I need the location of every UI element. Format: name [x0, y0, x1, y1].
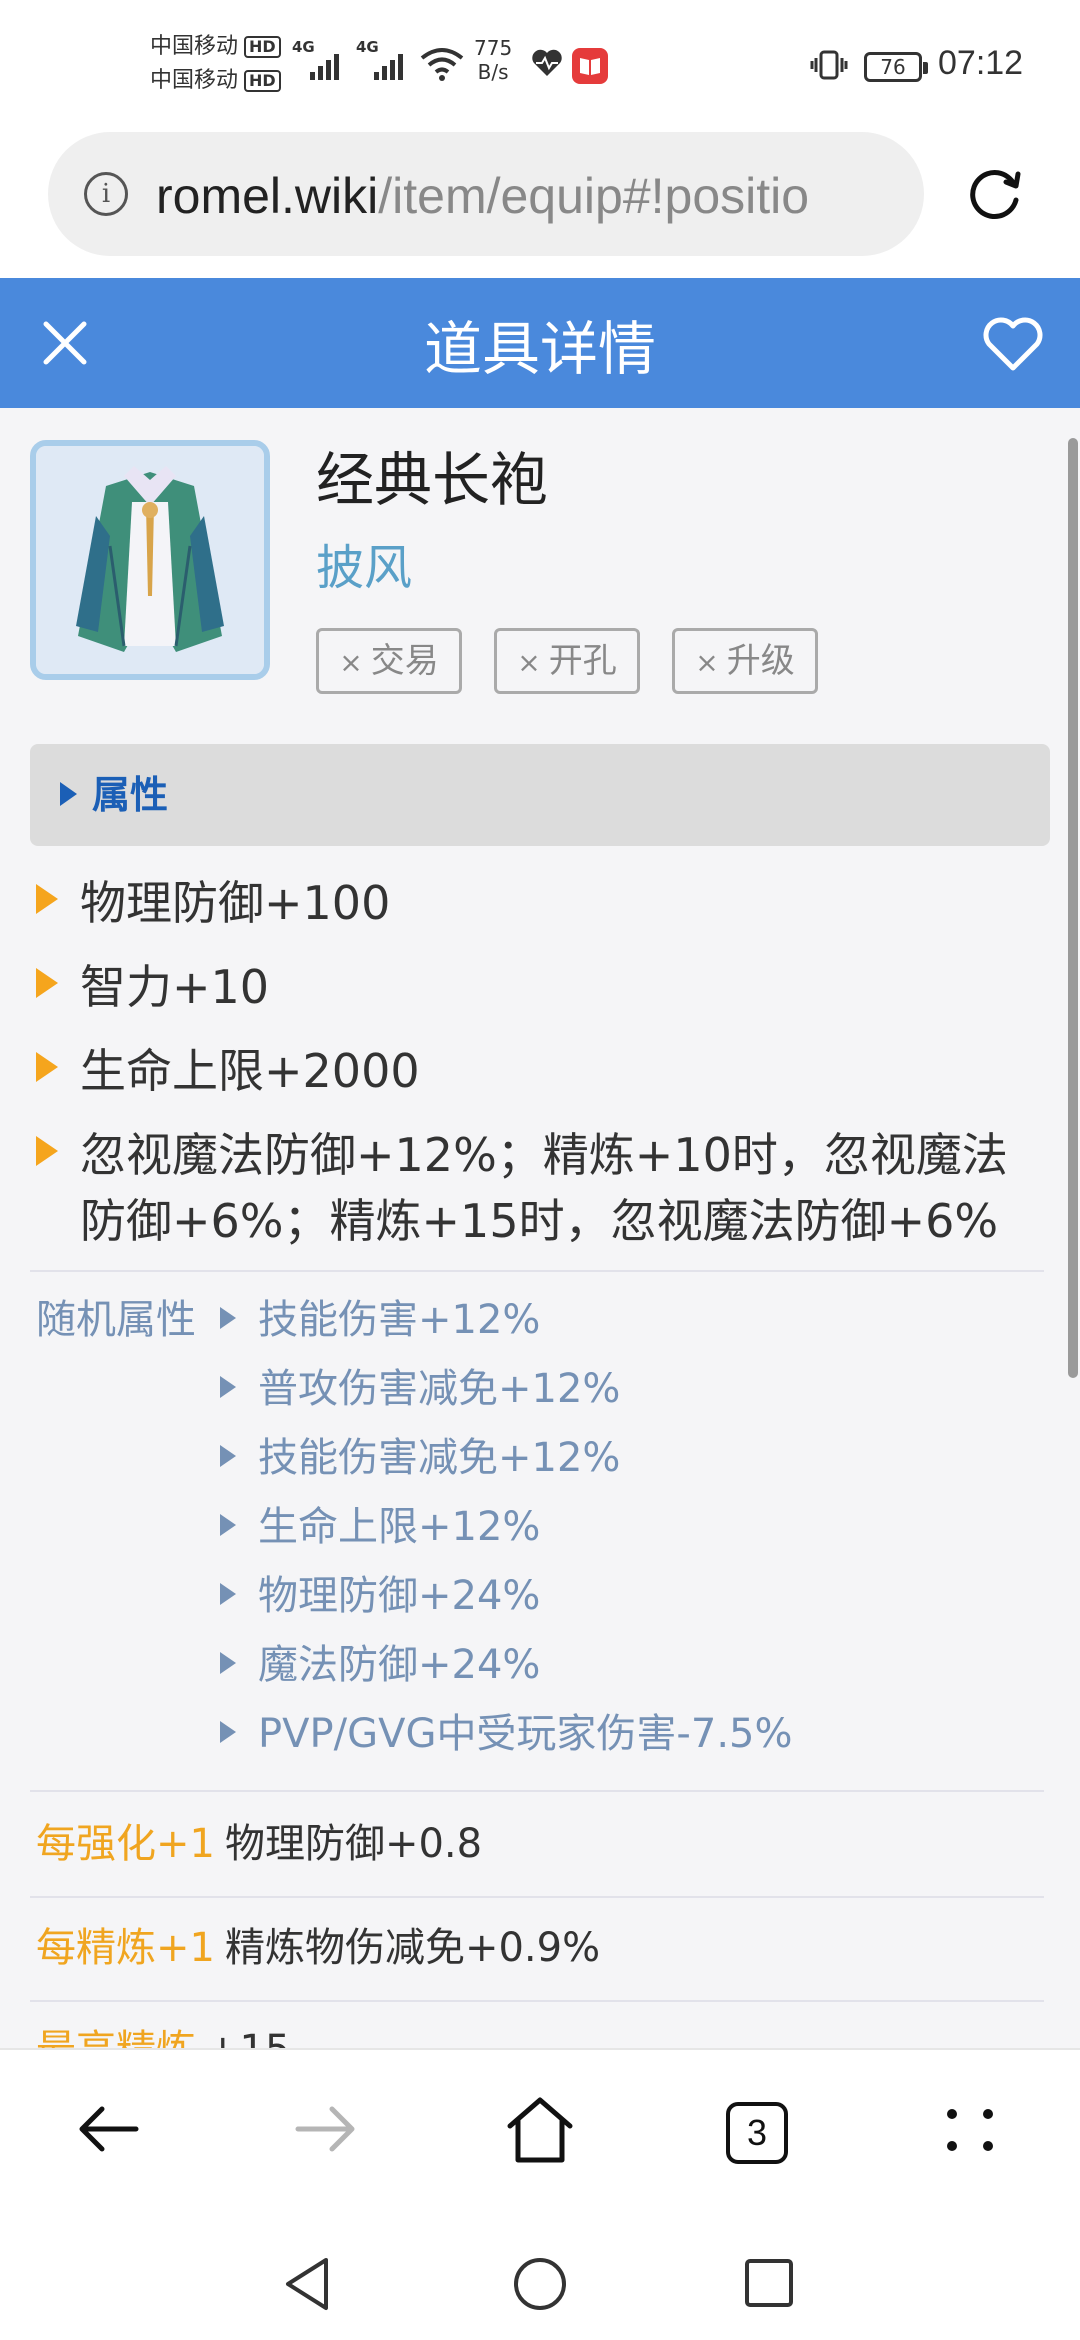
random-attributes-label: 随机属性 — [36, 1297, 196, 1343]
network-speed: 775 B/s — [474, 36, 513, 84]
triangle-right-icon — [220, 1376, 236, 1398]
page: 中国移动 HD 中国移动 HD 4G 4G 775 B/s 76 07:12 i… — [0, 0, 1080, 2340]
home-icon[interactable] — [504, 2094, 576, 2170]
random-attribute-item: 技能伤害减免+12% — [220, 1428, 620, 1488]
item-type: 披风 — [316, 540, 413, 596]
carrier-info: 中国移动 HD 中国移动 HD — [150, 30, 281, 98]
random-attribute-item: 生命上限+12% — [220, 1497, 540, 1557]
tabs-count-button[interactable]: 3 — [726, 2102, 788, 2164]
clock: 07:12 — [938, 44, 1024, 82]
triangle-right-icon — [60, 782, 77, 806]
system-navigation-bar — [0, 2218, 1080, 2340]
health-icon — [530, 48, 564, 82]
tag-socket: × 开孔 — [494, 628, 640, 694]
random-attribute-item: PVP/GVG中受玩家伤害-7.5% — [220, 1704, 793, 1764]
vibrate-icon — [810, 50, 848, 84]
bonus-row: 最高精炼 +15 — [36, 2020, 290, 2048]
item-image — [30, 440, 270, 680]
item-tags: × 交易 × 开孔 × 升级 — [316, 628, 818, 694]
url-path: /item/equip#!positio — [378, 168, 810, 224]
hd-badge: HD — [244, 36, 281, 58]
carrier-2: 中国移动 — [150, 68, 239, 93]
triangle-right-icon — [220, 1652, 236, 1674]
system-home-icon[interactable] — [512, 2256, 568, 2316]
favorite-heart-icon[interactable] — [982, 316, 1044, 376]
more-dots-icon[interactable] — [940, 2094, 1000, 2168]
system-recents-icon[interactable] — [744, 2258, 794, 2312]
hd-badge: HD — [244, 70, 281, 92]
status-bar: 中国移动 HD 中国移动 HD 4G 4G 775 B/s 76 07:12 — [0, 0, 1080, 130]
page-title: 道具详情 — [423, 315, 656, 383]
address-bar-area: i romel.wiki/item/equip#!positio — [0, 130, 1080, 278]
bonus-value: +15 — [206, 2027, 290, 2048]
bonus-row: 每强化+1 物理防御+0.8 — [36, 1814, 482, 1874]
item-name: 经典长袍 — [316, 446, 549, 514]
triangle-right-icon — [220, 1721, 236, 1743]
back-arrow-icon[interactable] — [74, 2094, 144, 2168]
random-attribute-item: 魔法防御+24% — [220, 1635, 540, 1695]
bonus-value: 物理防御+0.8 — [224, 1821, 483, 1867]
tag-trade: × 交易 — [316, 628, 462, 694]
item-detail-content[interactable]: 经典长袍 披风 × 交易 × 开孔 × 升级 属性 物理防御+100 智力+10 生命… — [0, 408, 1080, 2048]
attributes-section-header[interactable]: 属性 — [30, 744, 1050, 846]
triangle-right-icon — [220, 1514, 236, 1536]
random-attribute-item: 物理防御+24% — [220, 1566, 540, 1626]
triangle-right-icon — [36, 968, 58, 998]
divider — [30, 1270, 1044, 1272]
divider — [30, 2000, 1044, 2002]
tag-upgrade: × 升级 — [672, 628, 818, 694]
divider — [30, 1896, 1044, 1898]
carrier-1: 中国移动 — [150, 34, 239, 59]
info-icon[interactable]: i — [84, 172, 128, 216]
bonus-key: 每精炼+1 — [36, 1925, 215, 1971]
random-attribute-item: 普攻伤害减免+12% — [220, 1359, 620, 1419]
section-label: 属性 — [92, 773, 169, 817]
cross-icon: × — [517, 646, 541, 679]
bonus-key: 每强化+1 — [36, 1821, 215, 1867]
triangle-right-icon — [36, 1052, 58, 1082]
scrollbar[interactable] — [1068, 438, 1078, 1378]
app-header: 道具详情 — [0, 278, 1080, 408]
wifi-icon — [420, 46, 464, 86]
bonus-key: 最高精炼 — [36, 2027, 196, 2048]
triangle-right-icon — [220, 1307, 236, 1329]
browser-toolbar: 3 — [0, 2048, 1080, 2218]
system-back-icon[interactable] — [282, 2256, 332, 2316]
cross-icon: × — [339, 646, 363, 679]
bonus-row: 每精炼+1 精炼物伤减免+0.9% — [36, 1918, 600, 1978]
reload-icon[interactable] — [962, 160, 1026, 228]
triangle-right-icon — [220, 1445, 236, 1467]
triangle-right-icon — [220, 1583, 236, 1605]
divider — [30, 1790, 1044, 1792]
triangle-right-icon — [36, 884, 58, 914]
cross-icon: × — [695, 646, 719, 679]
url-text[interactable]: romel.wiki/item/equip#!positio — [156, 166, 924, 226]
bonus-value: 精炼物伤减免+0.9% — [224, 1925, 601, 1971]
triangle-right-icon — [36, 1136, 58, 1166]
battery-icon: 76 — [864, 52, 928, 82]
address-bar[interactable]: i romel.wiki/item/equip#!positio — [48, 132, 924, 256]
random-attribute-item: 技能伤害+12% — [220, 1290, 540, 1350]
book-app-icon — [572, 48, 608, 84]
forward-arrow-icon[interactable] — [290, 2094, 360, 2168]
url-host: romel.wiki — [156, 168, 379, 224]
